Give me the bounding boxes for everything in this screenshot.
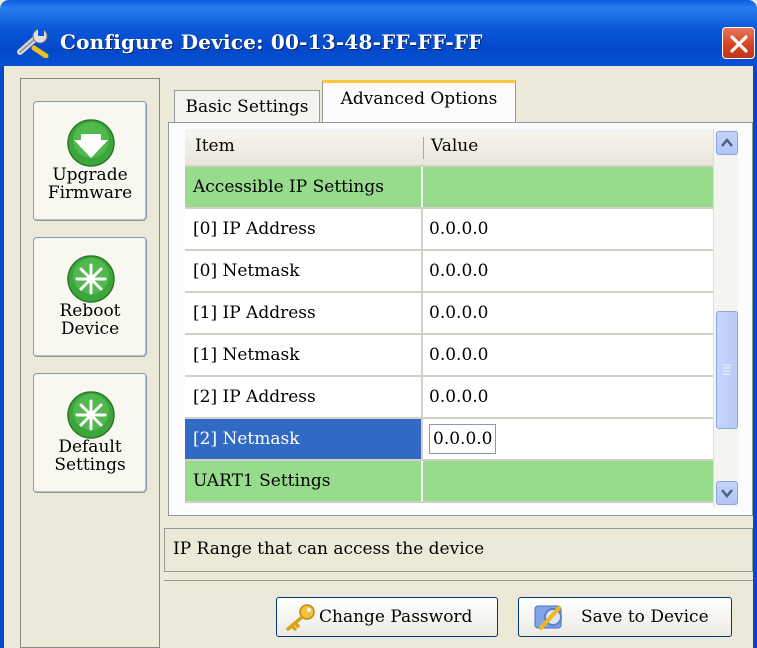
- key-icon: [286, 604, 315, 631]
- window-title: Configure Device: 00-13-48-FF-FF-FF: [60, 30, 483, 54]
- row-item: Accessible IP Settings: [185, 167, 423, 207]
- row-item: [0] Netmask: [185, 251, 423, 291]
- table-row[interactable]: [0] Netmask 0.0.0.0: [185, 251, 713, 293]
- vertical-scrollbar[interactable]: [713, 129, 738, 507]
- save-to-device-label: Save to Device: [581, 607, 709, 627]
- table-row[interactable]: [1] IP Address 0.0.0.0: [185, 293, 713, 335]
- save-gear-icon: [534, 605, 562, 630]
- default-settings-label: Default Settings: [54, 437, 126, 475]
- window-frame-right: [753, 66, 757, 648]
- scroll-thumb[interactable]: [716, 311, 738, 429]
- chevron-up-icon: [721, 138, 733, 147]
- row-value[interactable]: 0.0.0.0: [425, 419, 713, 459]
- reboot-device-button[interactable]: Reboot Device: [33, 237, 147, 357]
- column-header-item[interactable]: Item: [195, 129, 235, 165]
- row-value[interactable]: 0.0.0.0: [425, 293, 713, 333]
- row-item: [2] IP Address: [185, 377, 423, 417]
- grip-icon: [723, 364, 731, 375]
- description-box: IP Range that can access the device: [164, 528, 753, 572]
- row-value: [425, 167, 713, 207]
- row-value[interactable]: 0.0.0.0: [425, 335, 713, 375]
- wrench-icon: [17, 28, 49, 58]
- column-header-value[interactable]: Value: [431, 129, 478, 165]
- settings-area: Basic Settings Advanced Options Item Val…: [164, 78, 753, 648]
- description-text: IP Range that can access the device: [173, 539, 485, 559]
- table-row[interactable]: [2] IP Address 0.0.0.0: [185, 377, 713, 419]
- grid-header: Item Value: [185, 129, 713, 167]
- default-settings-button[interactable]: Default Settings: [33, 373, 147, 493]
- row-value: [425, 461, 713, 501]
- row-value[interactable]: 0.0.0.0: [425, 209, 713, 249]
- configure-device-window: Configure Device: 00-13-48-FF-FF-FF Upgr…: [0, 0, 757, 648]
- column-divider[interactable]: [423, 137, 424, 159]
- tab-panel: Item Value Accessible IP Settings [0] IP…: [168, 122, 753, 516]
- change-password-button[interactable]: Change Password: [276, 597, 498, 637]
- upgrade-firmware-button[interactable]: Upgrade Firmware: [33, 101, 147, 221]
- close-button[interactable]: [722, 27, 755, 59]
- table-row-selected[interactable]: [2] Netmask 0.0.0.0: [185, 419, 713, 461]
- tab-basic-settings[interactable]: Basic Settings: [174, 90, 320, 124]
- tab-advanced-options[interactable]: Advanced Options: [322, 80, 516, 124]
- close-icon: [730, 35, 748, 53]
- chevron-down-icon: [721, 489, 733, 498]
- grid-row-group[interactable]: UART1 Settings: [185, 461, 713, 503]
- upgrade-firmware-label: Upgrade Firmware: [47, 165, 133, 203]
- value-edit-field[interactable]: 0.0.0.0: [429, 424, 497, 454]
- scroll-down-button[interactable]: [716, 481, 738, 505]
- default-settings-icon: [67, 391, 115, 439]
- reboot-icon: [67, 255, 115, 303]
- scroll-up-button[interactable]: [716, 131, 738, 155]
- table-row[interactable]: [1] Netmask 0.0.0.0: [185, 335, 713, 377]
- window-frame-left: [0, 66, 4, 648]
- button-bar: Change Password Save to Device: [164, 580, 753, 648]
- download-arrow-icon: [67, 119, 115, 167]
- grid-row-group[interactable]: Accessible IP Settings: [185, 167, 713, 209]
- reboot-device-label: Reboot Device: [59, 301, 121, 339]
- property-grid: Item Value Accessible IP Settings [0] IP…: [185, 129, 713, 507]
- row-value[interactable]: 0.0.0.0: [425, 251, 713, 291]
- title-bar[interactable]: Configure Device: 00-13-48-FF-FF-FF: [0, 0, 757, 66]
- action-sidebar: Upgrade Firmware Reboot Device Default S…: [20, 78, 160, 648]
- row-item: [0] IP Address: [185, 209, 423, 249]
- table-row[interactable]: [0] IP Address 0.0.0.0: [185, 209, 713, 251]
- row-item: UART1 Settings: [185, 461, 423, 501]
- row-item: [2] Netmask: [185, 419, 423, 459]
- change-password-label: Change Password: [319, 607, 473, 627]
- row-item: [1] IP Address: [185, 293, 423, 333]
- row-item: [1] Netmask: [185, 335, 423, 375]
- row-value[interactable]: 0.0.0.0: [425, 377, 713, 417]
- save-to-device-button[interactable]: Save to Device: [518, 597, 732, 637]
